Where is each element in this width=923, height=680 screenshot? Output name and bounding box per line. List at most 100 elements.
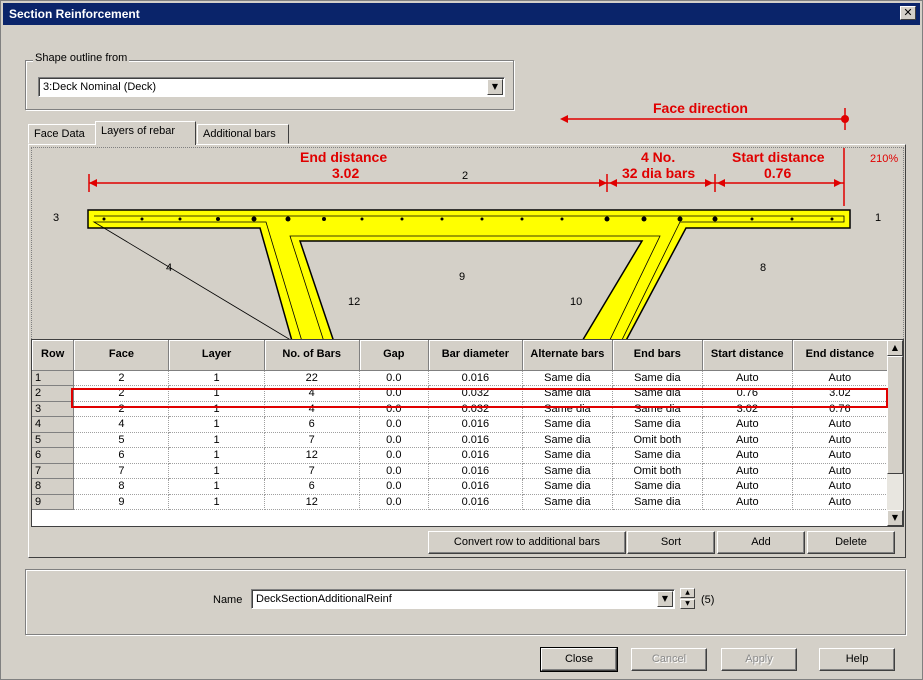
table-cell[interactable]: 0.76 (792, 401, 889, 417)
table-cell[interactable]: 0.0 (359, 370, 429, 386)
table-cell[interactable]: 0.016 (428, 370, 523, 386)
table-cell[interactable]: 0.032 (428, 385, 523, 402)
table-cell[interactable]: 1 (168, 463, 265, 479)
sort-button[interactable]: Sort (627, 531, 715, 554)
table-cell[interactable]: 0.0 (359, 401, 429, 417)
tab-layers-of-rebar[interactable]: Layers of rebar (95, 121, 196, 145)
table-cell[interactable]: Same dia (522, 401, 613, 417)
apply-button[interactable]: Apply (721, 648, 797, 671)
add-button[interactable]: Add (717, 531, 805, 554)
scroll-thumb[interactable] (887, 356, 903, 474)
column-header[interactable]: Layer (168, 340, 265, 371)
row-header-cell[interactable]: 5 (32, 432, 75, 448)
table-row[interactable]: 8 8 1 6 0.0 0.016 Same dia Same dia Auto Auto (32, 478, 889, 495)
name-select[interactable]: DeckSectionAdditionalReinf ▼ (251, 589, 675, 609)
table-cell[interactable]: 0.032 (428, 401, 523, 417)
row-header-cell[interactable]: 4 (32, 416, 75, 433)
table-row[interactable]: 1 2 1 22 0.0 0.016 Same dia Same dia Auto Auto (32, 370, 889, 386)
table-cell[interactable]: Same dia (522, 494, 613, 510)
table-cell[interactable]: 9 (73, 494, 170, 510)
table-cell[interactable]: Same dia (612, 385, 703, 402)
column-header[interactable]: Alternate bars (522, 340, 613, 371)
table-cell[interactable]: 6 (264, 478, 360, 495)
row-header-cell[interactable]: 8 (32, 478, 75, 495)
table-cell[interactable]: 0.76 (702, 385, 793, 402)
shape-outline-select[interactable]: 3:Deck Nominal (Deck) ▼ (38, 77, 505, 97)
table-cell[interactable]: Auto (702, 416, 793, 433)
table-cell[interactable]: Auto (702, 463, 793, 479)
table-cell[interactable]: 0.016 (428, 494, 523, 510)
table-cell[interactable]: 1 (168, 494, 265, 510)
table-cell[interactable]: 2 (73, 385, 170, 402)
table-cell[interactable]: Auto (792, 447, 889, 464)
close-window-icon[interactable]: ✕ (900, 6, 916, 20)
table-cell[interactable]: Omit both (612, 432, 703, 448)
row-header-cell[interactable]: 1 (32, 370, 75, 386)
table-cell[interactable]: 6 (73, 447, 170, 464)
table-cell[interactable]: Omit both (612, 463, 703, 479)
row-header-cell[interactable]: 2 (32, 385, 75, 402)
table-cell[interactable]: 0.0 (359, 447, 429, 464)
table-cell[interactable]: Same dia (522, 416, 613, 433)
table-cell[interactable]: 0.0 (359, 385, 429, 402)
table-cell[interactable]: 5 (73, 432, 170, 448)
column-header[interactable]: End bars (612, 340, 703, 371)
table-cell[interactable]: 0.016 (428, 416, 523, 433)
chevron-down-icon[interactable]: ▼ (657, 591, 673, 607)
table-cell[interactable]: 7 (264, 432, 360, 448)
table-cell[interactable]: 8 (73, 478, 170, 495)
table-cell[interactable]: Same dia (612, 370, 703, 386)
table-cell[interactable]: 2 (73, 401, 170, 417)
table-cell[interactable]: Auto (702, 478, 793, 495)
close-button[interactable]: Close (540, 647, 618, 672)
table-cell[interactable]: 4 (264, 385, 360, 402)
table-cell[interactable]: Auto (792, 494, 889, 510)
table-cell[interactable]: Auto (702, 370, 793, 386)
spin-down-icon[interactable]: ▼ (680, 599, 695, 609)
table-cell[interactable]: 3.02 (792, 385, 889, 402)
table-cell[interactable]: 4 (264, 401, 360, 417)
table-cell[interactable]: 0.0 (359, 494, 429, 510)
tab-additional-bars[interactable]: Additional bars (197, 124, 289, 144)
table-cell[interactable]: 3.02 (702, 401, 793, 417)
scroll-up-icon[interactable]: ▲ (887, 340, 903, 356)
column-header[interactable]: End distance (792, 340, 889, 371)
table-cell[interactable]: Auto (792, 432, 889, 448)
column-header[interactable]: Row (32, 340, 75, 371)
table-row[interactable]: 6 6 1 12 0.0 0.016 Same dia Same dia Auto Auto (32, 447, 889, 464)
table-cell[interactable]: 0.0 (359, 432, 429, 448)
table-cell[interactable]: Same dia (522, 463, 613, 479)
column-header[interactable]: Start distance (702, 340, 793, 371)
table-cell[interactable]: 1 (168, 447, 265, 464)
table-cell[interactable]: Same dia (522, 478, 613, 495)
table-cell[interactable]: Same dia (522, 432, 613, 448)
table-cell[interactable]: 0.0 (359, 478, 429, 495)
table-cell[interactable]: Same dia (612, 401, 703, 417)
table-cell[interactable]: Auto (792, 463, 889, 479)
table-cell[interactable]: Auto (702, 494, 793, 510)
row-header-cell[interactable]: 9 (32, 494, 75, 510)
table-cell[interactable]: 0.016 (428, 478, 523, 495)
column-header[interactable]: Gap (359, 340, 429, 371)
table-cell[interactable]: 4 (73, 416, 170, 433)
table-cell[interactable]: 1 (168, 401, 265, 417)
table-cell[interactable]: Auto (702, 447, 793, 464)
table-cell[interactable]: 0.016 (428, 447, 523, 464)
table-cell[interactable]: 2 (73, 370, 170, 386)
table-cell[interactable]: Same dia (612, 416, 703, 433)
table-cell[interactable]: Same dia (522, 385, 613, 402)
table-row[interactable]: 5 5 1 7 0.0 0.016 Same dia Omit both Auto Auto (32, 432, 889, 448)
table-cell[interactable]: Same dia (522, 447, 613, 464)
table-cell[interactable]: 1 (168, 416, 265, 433)
column-header[interactable]: No. of Bars (264, 340, 360, 371)
table-cell[interactable]: Same dia (522, 370, 613, 386)
convert-row-button[interactable]: Convert row to additional bars (428, 531, 626, 554)
table-row[interactable]: 7 7 1 7 0.0 0.016 Same dia Omit both Auto Auto (32, 463, 889, 479)
cancel-button[interactable]: Cancel (631, 648, 707, 671)
table-cell[interactable]: 22 (264, 370, 360, 386)
table-scrollbar[interactable]: ▲ ▼ (887, 340, 903, 526)
table-cell[interactable]: 0.0 (359, 463, 429, 479)
table-cell[interactable]: Auto (792, 370, 889, 386)
table-row[interactable]: 2 2 1 4 0.0 0.032 Same dia Same dia 0.76 3.02 (32, 385, 889, 402)
column-header[interactable]: Bar diameter (428, 340, 523, 371)
